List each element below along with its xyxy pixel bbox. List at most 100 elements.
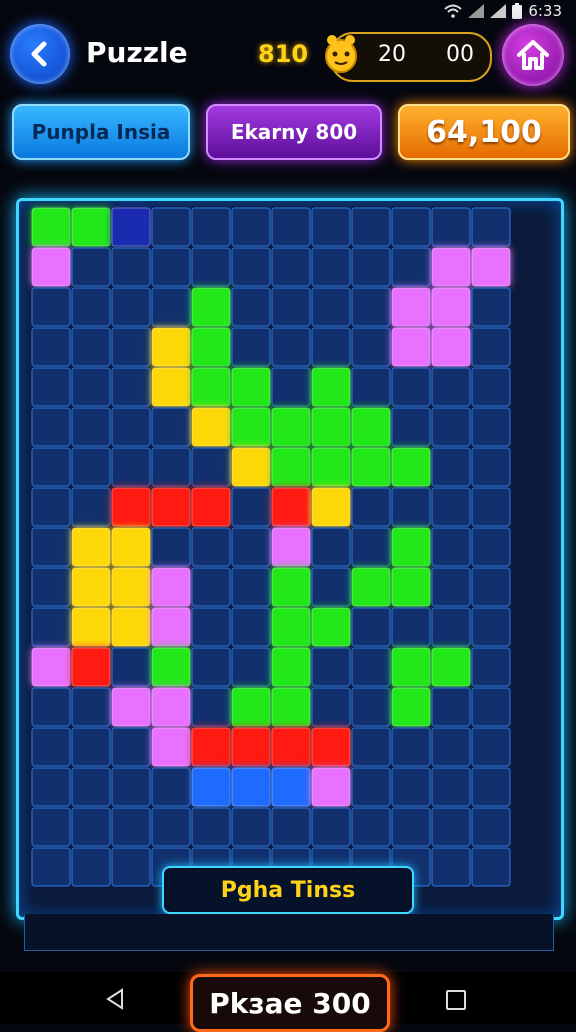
- puzzle-piece-cell[interactable]: [151, 607, 191, 647]
- empty-cell[interactable]: [31, 567, 71, 607]
- puzzle-piece-cell[interactable]: [151, 487, 191, 527]
- empty-cell[interactable]: [31, 767, 71, 807]
- puzzle-piece-cell[interactable]: [71, 567, 111, 607]
- empty-cell[interactable]: [71, 407, 111, 447]
- empty-cell[interactable]: [191, 567, 231, 607]
- empty-cell[interactable]: [111, 847, 151, 887]
- hint-button[interactable]: Pgha Tinss: [162, 866, 414, 914]
- empty-cell[interactable]: [71, 767, 111, 807]
- empty-cell[interactable]: [311, 527, 351, 567]
- puzzle-piece-cell[interactable]: [191, 767, 231, 807]
- empty-cell[interactable]: [471, 567, 511, 607]
- puzzle-piece-cell[interactable]: [151, 687, 191, 727]
- empty-cell[interactable]: [351, 767, 391, 807]
- puzzle-piece-cell[interactable]: [271, 727, 311, 767]
- puzzle-piece-cell[interactable]: [391, 527, 431, 567]
- empty-cell[interactable]: [471, 407, 511, 447]
- empty-cell[interactable]: [31, 367, 71, 407]
- puzzle-piece-cell[interactable]: [151, 367, 191, 407]
- puzzle-piece-cell[interactable]: [231, 407, 271, 447]
- puzzle-piece-cell[interactable]: [151, 727, 191, 767]
- puzzle-piece-cell[interactable]: [271, 767, 311, 807]
- total-score-badge[interactable]: 64,100: [398, 104, 570, 160]
- puzzle-piece-cell[interactable]: [431, 287, 471, 327]
- empty-cell[interactable]: [31, 607, 71, 647]
- home-button[interactable]: [502, 24, 564, 86]
- puzzle-piece-cell[interactable]: [391, 287, 431, 327]
- empty-cell[interactable]: [31, 287, 71, 327]
- puzzle-piece-cell[interactable]: [271, 607, 311, 647]
- empty-cell[interactable]: [311, 687, 351, 727]
- empty-cell[interactable]: [151, 207, 191, 247]
- puzzle-piece-cell[interactable]: [111, 207, 151, 247]
- empty-cell[interactable]: [231, 287, 271, 327]
- puzzle-piece-cell[interactable]: [271, 447, 311, 487]
- empty-cell[interactable]: [311, 287, 351, 327]
- empty-cell[interactable]: [31, 487, 71, 527]
- puzzle-piece-cell[interactable]: [111, 567, 151, 607]
- empty-cell[interactable]: [71, 687, 111, 727]
- puzzle-piece-cell[interactable]: [191, 367, 231, 407]
- empty-cell[interactable]: [431, 407, 471, 447]
- empty-cell[interactable]: [191, 247, 231, 287]
- empty-cell[interactable]: [231, 607, 271, 647]
- puzzle-piece-cell[interactable]: [31, 647, 71, 687]
- empty-cell[interactable]: [271, 807, 311, 847]
- empty-cell[interactable]: [431, 207, 471, 247]
- puzzle-piece-cell[interactable]: [351, 567, 391, 607]
- empty-cell[interactable]: [391, 207, 431, 247]
- puzzle-piece-cell[interactable]: [471, 247, 511, 287]
- empty-cell[interactable]: [31, 847, 71, 887]
- empty-cell[interactable]: [111, 727, 151, 767]
- empty-cell[interactable]: [71, 287, 111, 327]
- puzzle-piece-cell[interactable]: [391, 687, 431, 727]
- empty-cell[interactable]: [111, 407, 151, 447]
- puzzle-piece-cell[interactable]: [431, 247, 471, 287]
- empty-cell[interactable]: [111, 447, 151, 487]
- empty-cell[interactable]: [471, 207, 511, 247]
- empty-cell[interactable]: [311, 807, 351, 847]
- empty-cell[interactable]: [391, 727, 431, 767]
- empty-cell[interactable]: [31, 727, 71, 767]
- empty-cell[interactable]: [231, 527, 271, 567]
- empty-cell[interactable]: [351, 727, 391, 767]
- empty-cell[interactable]: [31, 407, 71, 447]
- empty-cell[interactable]: [31, 527, 71, 567]
- empty-cell[interactable]: [351, 807, 391, 847]
- puzzle-piece-cell[interactable]: [311, 487, 351, 527]
- empty-cell[interactable]: [471, 687, 511, 727]
- puzzle-piece-cell[interactable]: [351, 407, 391, 447]
- empty-cell[interactable]: [471, 767, 511, 807]
- puzzle-piece-cell[interactable]: [191, 487, 231, 527]
- empty-cell[interactable]: [351, 207, 391, 247]
- empty-cell[interactable]: [231, 647, 271, 687]
- puzzle-piece-cell[interactable]: [151, 567, 191, 607]
- mode-button-purple[interactable]: Ekarny 800: [206, 104, 382, 160]
- nav-recents-icon[interactable]: [446, 990, 466, 1010]
- empty-cell[interactable]: [71, 247, 111, 287]
- empty-cell[interactable]: [471, 727, 511, 767]
- puzzle-piece-cell[interactable]: [271, 647, 311, 687]
- empty-cell[interactable]: [431, 847, 471, 887]
- puzzle-piece-cell[interactable]: [271, 527, 311, 567]
- empty-cell[interactable]: [431, 487, 471, 527]
- empty-cell[interactable]: [231, 487, 271, 527]
- empty-cell[interactable]: [351, 487, 391, 527]
- empty-cell[interactable]: [151, 287, 191, 327]
- empty-cell[interactable]: [391, 247, 431, 287]
- empty-cell[interactable]: [471, 847, 511, 887]
- puzzle-board[interactable]: [16, 198, 564, 920]
- puzzle-piece-cell[interactable]: [191, 727, 231, 767]
- play-button[interactable]: Pkзae 300: [190, 974, 390, 1032]
- empty-cell[interactable]: [391, 367, 431, 407]
- board-grid[interactable]: [19, 201, 555, 911]
- puzzle-piece-cell[interactable]: [231, 687, 271, 727]
- empty-cell[interactable]: [231, 567, 271, 607]
- empty-cell[interactable]: [391, 407, 431, 447]
- empty-cell[interactable]: [231, 247, 271, 287]
- empty-cell[interactable]: [351, 327, 391, 367]
- empty-cell[interactable]: [191, 447, 231, 487]
- empty-cell[interactable]: [111, 807, 151, 847]
- empty-cell[interactable]: [111, 367, 151, 407]
- puzzle-piece-cell[interactable]: [311, 607, 351, 647]
